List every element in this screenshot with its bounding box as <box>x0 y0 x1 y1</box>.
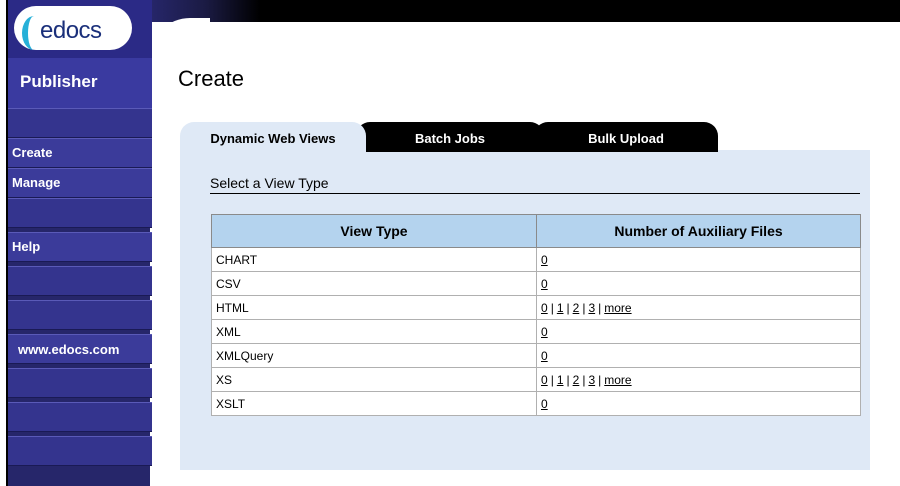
aux-files-cell: 0 <box>536 247 861 272</box>
link-separator: | <box>550 372 554 387</box>
link-separator: | <box>566 372 570 387</box>
sidebar-item-label: Manage <box>12 175 61 190</box>
table-row: CSV 0 <box>211 271 861 296</box>
view-type-table: View Type Number of Auxiliary Files CHAR… <box>211 214 861 416</box>
product-banner: Publisher <box>8 58 152 108</box>
logo-area: edocs <box>8 0 152 58</box>
section-heading: Select a View Type <box>210 175 329 191</box>
more-link[interactable]: more <box>604 373 631 387</box>
sidebar: edocs Publisher Create Manage Help www.e… <box>6 0 152 486</box>
site-link-label: www.edocs.com <box>18 342 120 357</box>
sidebar-item-help[interactable]: Help <box>8 232 152 262</box>
table-row: XSLT 0 <box>211 391 861 416</box>
tab-bulk-upload[interactable]: Bulk Upload <box>534 122 718 152</box>
column-header-view-type: View Type <box>211 214 537 248</box>
app-window: edocs Publisher Create Manage Help www.e… <box>0 0 900 486</box>
aux-files-cell: 0 | 1 | 2 | 3 | more <box>536 367 861 392</box>
sidebar-spacer <box>8 368 152 398</box>
view-type-cell: HTML <box>211 295 537 320</box>
view-type-cell: XS <box>211 367 537 392</box>
table-header-row: View Type Number of Auxiliary Files <box>211 214 861 248</box>
page-title: Create <box>178 66 245 91</box>
site-link[interactable]: www.edocs.com <box>8 334 152 364</box>
aux-count-link[interactable]: 0 <box>541 253 548 267</box>
sidebar-item-label: Create <box>12 145 53 160</box>
aux-count-link[interactable]: 1 <box>557 301 564 315</box>
aux-files-cell: 0 <box>536 319 861 344</box>
sidebar-spacer <box>8 108 152 138</box>
aux-files-cell: 0 <box>536 391 861 416</box>
aux-files-cell: 0 <box>536 343 861 368</box>
sidebar-item-label: Help <box>12 239 41 254</box>
tab-dynamic-web-views[interactable]: Dynamic Web Views <box>180 122 366 152</box>
top-bar <box>150 0 900 22</box>
aux-count-link[interactable]: 0 <box>541 277 548 291</box>
sidebar-item-manage[interactable]: Manage <box>8 168 152 198</box>
aux-count-link[interactable]: 1 <box>557 373 564 387</box>
more-link[interactable]: more <box>604 301 631 315</box>
sidebar-spacer <box>8 402 152 432</box>
sidebar-item-create[interactable]: Create <box>8 138 152 168</box>
view-type-cell: XMLQuery <box>211 343 537 368</box>
table-row: XMLQuery 0 <box>211 343 861 368</box>
aux-count-link[interactable]: 0 <box>541 373 548 387</box>
sidebar-spacer <box>8 266 152 296</box>
link-separator: | <box>598 300 602 315</box>
product-name: Publisher <box>20 72 98 91</box>
sidebar-spacer <box>8 436 152 466</box>
view-type-cell: CHART <box>211 247 537 272</box>
view-type-cell: XML <box>211 319 537 344</box>
aux-count-link[interactable]: 0 <box>541 301 548 315</box>
logo-text: edocs <box>40 17 102 44</box>
sidebar-spacer <box>8 198 152 228</box>
sidebar-spacer <box>8 300 152 330</box>
view-type-cell: CSV <box>211 271 537 296</box>
table-row: CHART 0 <box>211 247 861 272</box>
table-row: HTML 0 | 1 | 2 | 3 | more <box>211 295 861 320</box>
aux-files-cell: 0 <box>536 271 861 296</box>
column-header-aux-files: Number of Auxiliary Files <box>536 214 861 248</box>
view-type-cell: XSLT <box>211 391 537 416</box>
link-separator: | <box>598 372 602 387</box>
aux-count-link[interactable]: 0 <box>541 397 548 411</box>
heading-divider <box>210 193 860 194</box>
link-separator: | <box>550 300 554 315</box>
aux-count-link[interactable]: 0 <box>541 349 548 363</box>
content-corner <box>150 18 210 58</box>
tab-batch-jobs[interactable]: Batch Jobs <box>356 122 544 152</box>
link-separator: | <box>566 300 570 315</box>
aux-count-link[interactable]: 0 <box>541 325 548 339</box>
table-row: XML 0 <box>211 319 861 344</box>
aux-files-cell: 0 | 1 | 2 | 3 | more <box>536 295 861 320</box>
table-row: XS 0 | 1 | 2 | 3 | more <box>211 367 861 392</box>
edocs-logo[interactable]: edocs <box>14 6 132 50</box>
